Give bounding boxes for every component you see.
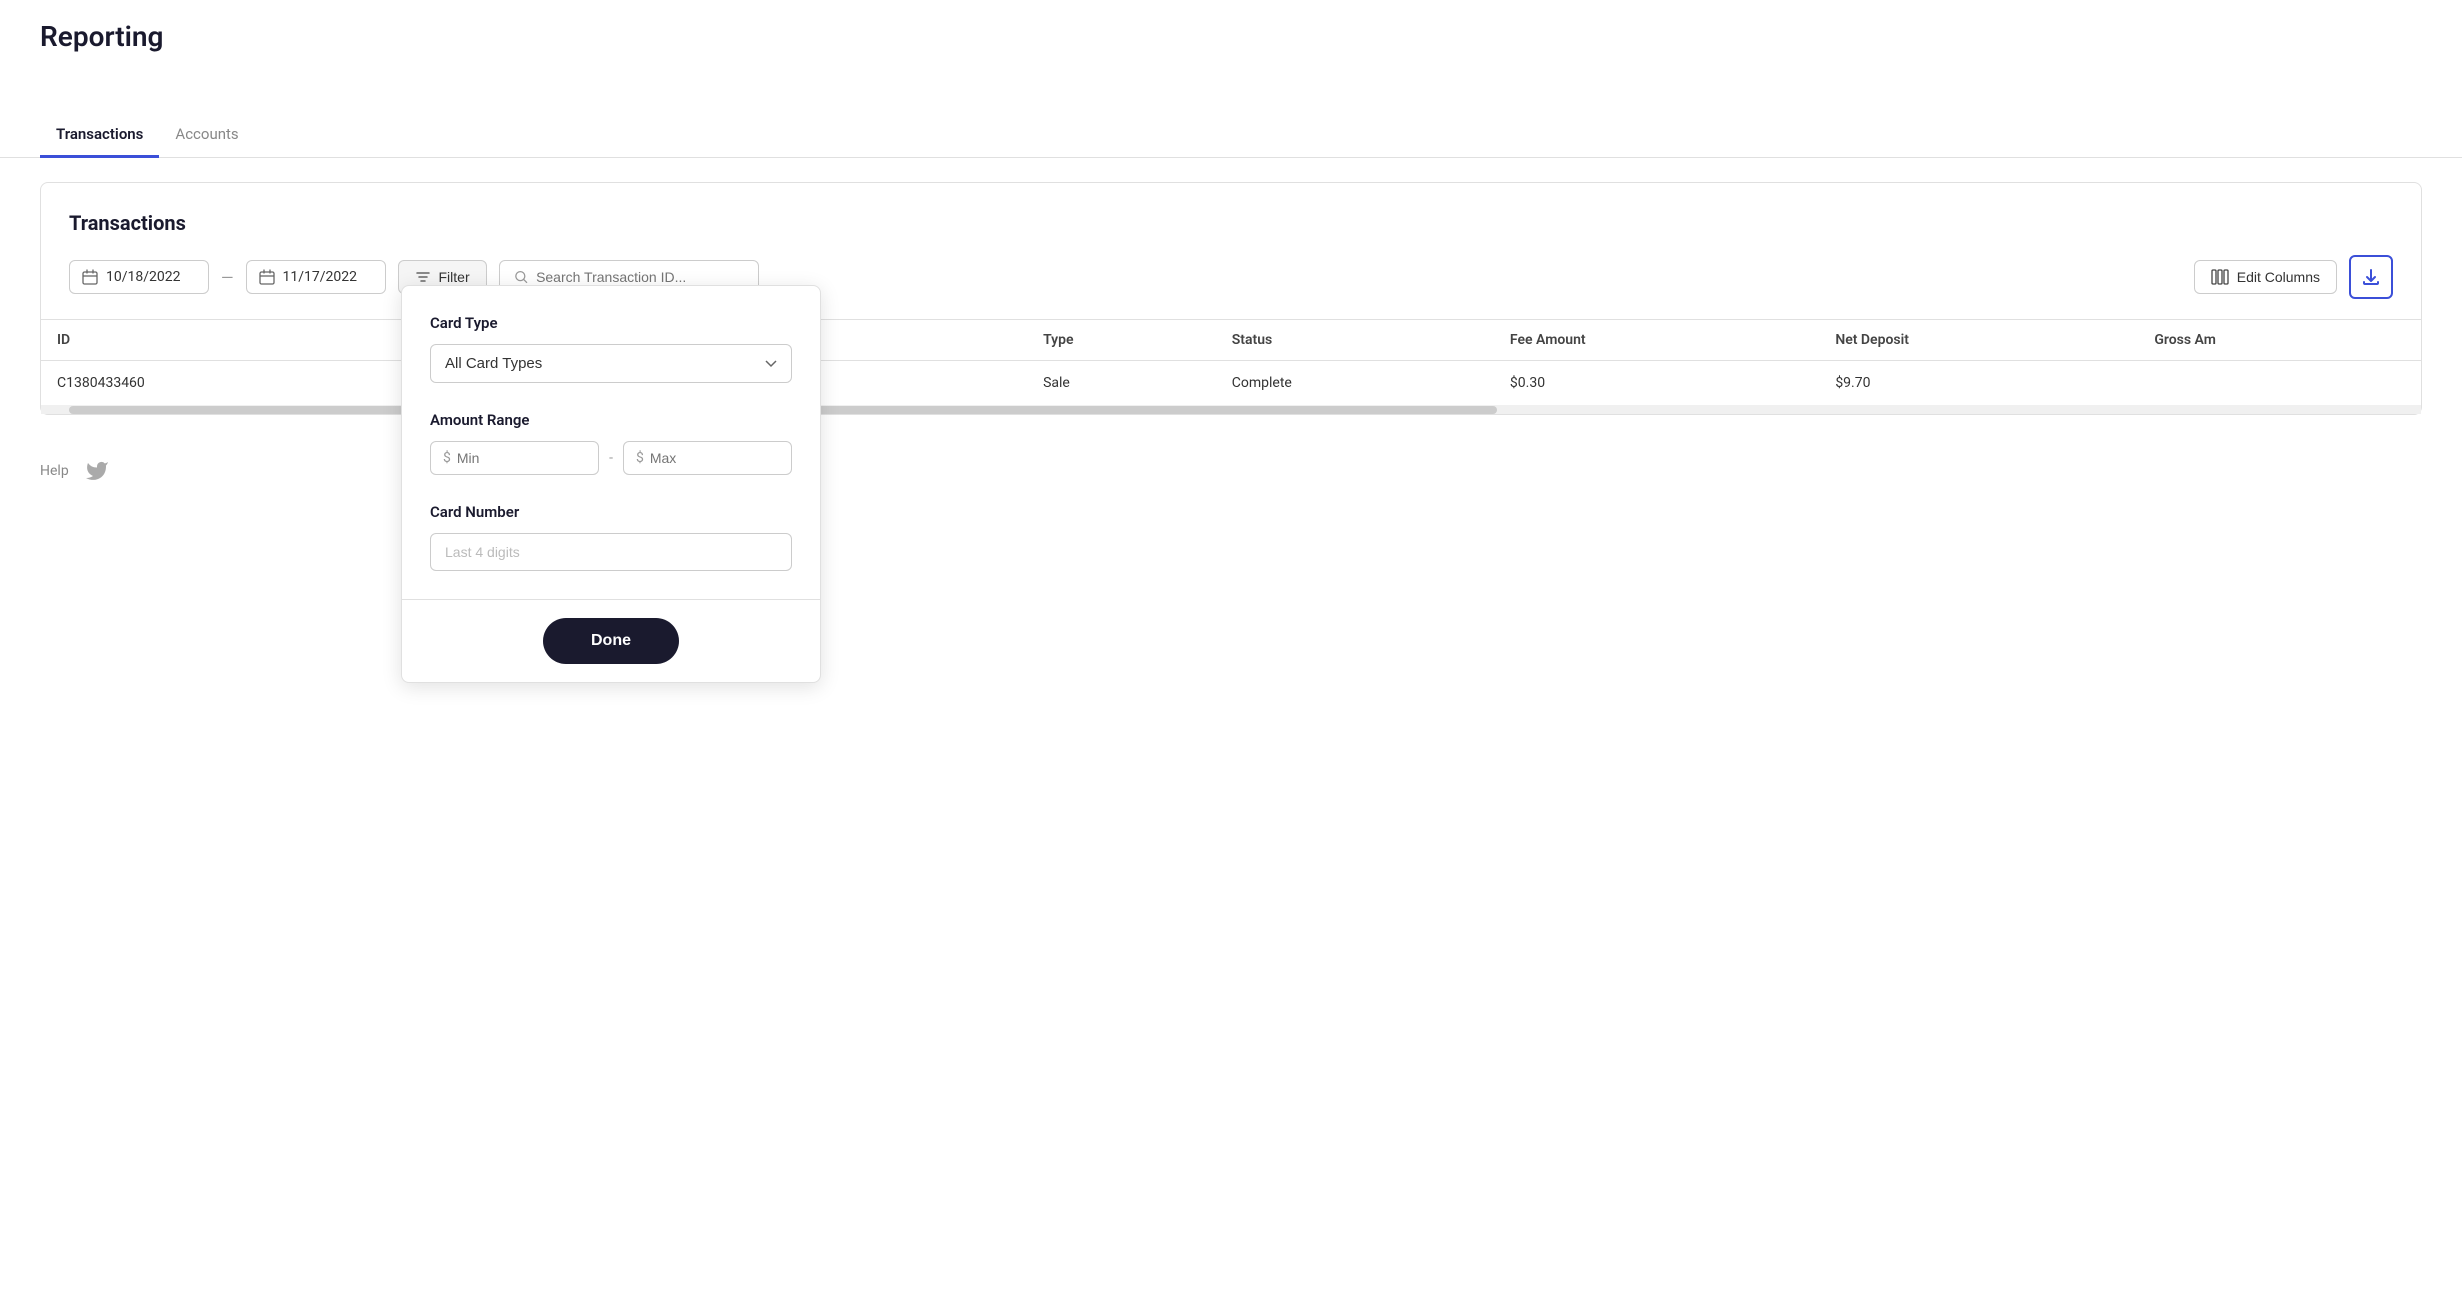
amount-range-dash: - — [609, 450, 613, 466]
card-title: Transactions — [69, 211, 2393, 235]
toolbar-right: Edit Columns — [2194, 255, 2393, 299]
currency-symbol-min: $ — [443, 450, 451, 466]
filter-label: Filter — [439, 269, 470, 285]
card-number-input[interactable] — [430, 533, 792, 571]
table-row: C1380433460 444894193 10/20/22 - Sale Co… — [41, 361, 2421, 406]
page-header: Reporting — [0, 0, 2462, 63]
filter-panel: Card Type All Card Types Visa Mastercard… — [401, 285, 821, 683]
table-scrollbar[interactable] — [41, 406, 2421, 414]
tab-accounts[interactable]: Accounts — [159, 113, 254, 158]
tab-transactions[interactable]: Transactions — [40, 113, 159, 158]
card-type-label: Card Type — [430, 314, 792, 332]
table-wrap: ID Merchant ID Created Type Status Fee A… — [41, 319, 2421, 406]
date-from-input[interactable]: 10/18/2022 — [69, 260, 209, 294]
col-header-gross-amount: Gross Am — [2138, 320, 2421, 361]
columns-icon — [2211, 269, 2229, 285]
col-header-type: Type — [1027, 320, 1216, 361]
amount-range-row: $ - $ — [430, 441, 792, 475]
twitter-icon[interactable] — [85, 459, 109, 483]
col-header-status: Status — [1216, 320, 1494, 361]
transactions-table: ID Merchant ID Created Type Status Fee A… — [41, 319, 2421, 406]
col-header-fee-amount: Fee Amount — [1494, 320, 1819, 361]
calendar-icon — [82, 269, 98, 285]
card-type-select[interactable]: All Card Types Visa Mastercard Amex Disc… — [430, 344, 792, 383]
edit-columns-label: Edit Columns — [2237, 269, 2320, 285]
cell-type: Sale — [1027, 361, 1216, 406]
help-label[interactable]: Help — [40, 463, 69, 479]
page-title: Reporting — [40, 20, 2422, 53]
edit-columns-button[interactable]: Edit Columns — [2194, 260, 2337, 294]
card-number-label: Card Number — [430, 503, 792, 521]
search-input[interactable] — [536, 269, 744, 285]
cell-id: C1380433460 — [41, 361, 403, 406]
download-icon — [2362, 268, 2380, 286]
calendar-icon-2 — [259, 269, 275, 285]
cell-net-deposit: $9.70 — [1819, 361, 2138, 406]
amount-max-wrap: $ — [623, 441, 792, 475]
amount-range-label: Amount Range — [430, 411, 792, 429]
card-type-section: Card Type All Card Types Visa Mastercard… — [430, 314, 792, 383]
amount-min-input[interactable] — [457, 450, 586, 466]
filter-icon — [415, 269, 431, 285]
date-range-separator: — — [221, 268, 234, 287]
amount-range-section: Amount Range $ - $ — [430, 411, 792, 475]
col-header-net-deposit: Net Deposit — [1819, 320, 2138, 361]
date-from-value: 10/18/2022 — [106, 269, 181, 285]
transactions-card: Transactions 10/18/2022 — 11 — [40, 182, 2422, 415]
search-icon — [514, 269, 528, 285]
tabs-bar: Transactions Accounts — [0, 113, 2462, 158]
footer: Help — [0, 439, 2462, 503]
done-button[interactable]: Done — [543, 618, 679, 664]
cell-fee-amount: $0.30 — [1494, 361, 1819, 406]
main-content: Transactions 10/18/2022 — 11 — [0, 158, 2462, 439]
cell-gross-amount — [2138, 361, 2421, 406]
cell-status: Complete — [1216, 361, 1494, 406]
filter-footer: Done — [402, 599, 820, 682]
card-number-section: Card Number — [430, 503, 792, 571]
date-to-input[interactable]: 11/17/2022 — [246, 260, 386, 294]
currency-symbol-max: $ — [636, 450, 644, 466]
amount-min-wrap: $ — [430, 441, 599, 475]
date-to-value: 11/17/2022 — [283, 269, 358, 285]
amount-max-input[interactable] — [650, 450, 779, 466]
download-button[interactable] — [2349, 255, 2393, 299]
col-header-id: ID — [41, 320, 403, 361]
